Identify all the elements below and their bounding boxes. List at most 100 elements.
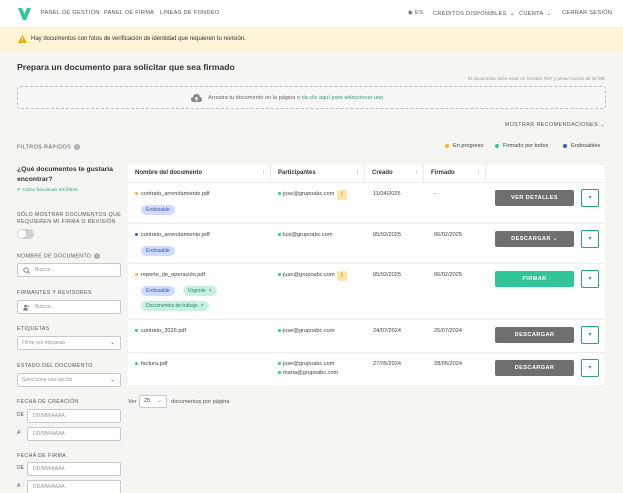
chevron-down-icon[interactable]: ▾: [581, 230, 599, 248]
show-recommendations-toggle[interactable]: MOSTRAR RECOMENDACIONES ⌄: [505, 122, 605, 128]
account-menu[interactable]: CUENTA ⌄: [519, 10, 552, 17]
chevron-down-icon[interactable]: ▾: [581, 270, 599, 288]
how-filters-work-link[interactable]: ✔ Cómo funcionan los filtros: [17, 188, 78, 193]
how-filters-label: Cómo funcionan los filtros: [22, 188, 78, 193]
warning-icon[interactable]: !: [337, 271, 347, 281]
only-mine-toggle[interactable]: [17, 229, 34, 239]
document-name[interactable]: contrato_arrendamiento.pdf: [141, 232, 210, 238]
doc-name-label: NOMBRE DE DOCUMENTO i: [17, 253, 101, 260]
info-icon[interactable]: i: [74, 144, 81, 150]
placeholder-text: DD/MM/AAAA: [33, 484, 65, 490]
document-name[interactable]: contrato_2026.pdf: [141, 328, 186, 334]
logout-link[interactable]: CERRAR SESIÓN: [562, 10, 612, 16]
legend-signed-all[interactable]: Firmado por todos: [495, 143, 548, 149]
action-button[interactable]: DESCARGAR: [495, 360, 574, 376]
tag-pill[interactable]: Endosable: [141, 286, 175, 296]
identity-warning-banner: Hay documentos con fotos de verificación…: [0, 27, 623, 52]
chevron-down-icon[interactable]: ▾: [581, 326, 599, 344]
document-name[interactable]: contrato_arrendamiento.pdf: [141, 191, 210, 197]
placeholder-text: Filtrar por etiquetas: [22, 340, 66, 346]
participant-email: luis@grupoabc.com: [278, 232, 333, 238]
chevron-down-icon: ⌄: [109, 377, 115, 383]
chevron-down-icon: ⌄: [546, 11, 552, 17]
language-selector[interactable]: ◉ ES: [408, 10, 423, 16]
warning-icon[interactable]: !: [337, 190, 347, 200]
page-size-select[interactable]: 25 ⌄: [139, 395, 167, 408]
action-button[interactable]: DESCARGAR: [495, 327, 574, 343]
document-name-cell[interactable]: contrato_arrendamiento.pdf: [135, 191, 210, 197]
signed-to-input[interactable]: DD/MM/AAAA: [27, 480, 121, 493]
from-label: DE: [17, 465, 24, 471]
upload-dropzone[interactable]: Arrastra tu documento en la página o da …: [17, 86, 606, 109]
created-date: 24/07/2024: [373, 328, 401, 334]
created-from-input[interactable]: DD/MM/AAAA: [27, 409, 121, 423]
chevron-down-icon[interactable]: ▾: [581, 189, 599, 207]
remove-tag-icon[interactable]: ×: [209, 288, 212, 294]
tags-select[interactable]: Filtrar por etiquetas ⌄: [17, 336, 121, 350]
participant-label: luis@grupoabc.com: [283, 232, 333, 238]
tag-pill[interactable]: Endosable: [141, 205, 175, 215]
nav-lineas-fondeo[interactable]: LÍNEAS DE FONDEO: [160, 10, 220, 16]
document-name[interactable]: factura.pdf: [141, 361, 167, 367]
from-label: DE: [17, 412, 24, 418]
column-header-signed[interactable]: Firmado ↑: [424, 165, 486, 182]
document-name-cell[interactable]: reporte_de_operación.pdf: [135, 272, 205, 278]
info-icon[interactable]: i: [94, 253, 101, 259]
select-file-link[interactable]: da clic aquí para seleccionar uno: [302, 95, 384, 101]
sort-arrow-icon: ↑: [262, 170, 265, 176]
participant-email: juan@grupoabc.com: [278, 272, 335, 278]
globe-icon: ◉: [408, 10, 414, 16]
signers-search-input[interactable]: Buscar...: [17, 300, 121, 314]
column-header-name[interactable]: Nombre del documento ↑: [128, 165, 271, 182]
nav-panel-firma[interactable]: PANEL DE FIRMA: [104, 10, 154, 16]
created-to-input[interactable]: DD/MM/AAAA: [27, 427, 121, 441]
table-row: contrato_arrendamiento.pdf Endosable luis@…: [128, 223, 605, 263]
tag-pill[interactable]: Documentos de trabajo ×: [141, 301, 209, 311]
column-header-created[interactable]: Creado ↑: [365, 165, 424, 182]
row-divider: [128, 319, 605, 320]
warning-icon: [18, 35, 27, 43]
nav-panel-gestion[interactable]: PANEL DE GESTIÓN: [41, 10, 100, 16]
status-select[interactable]: Selecciona una opción ⌄: [17, 373, 121, 387]
column-header-participants[interactable]: Participantes ↑: [271, 165, 365, 182]
document-name[interactable]: reporte_de_operación.pdf: [141, 272, 205, 278]
action-button[interactable]: DESCARGAR ⌄: [495, 231, 574, 247]
status-dot: [278, 192, 281, 196]
chevron-down-icon: ⌄: [600, 122, 605, 128]
action-button[interactable]: FIRMAR: [495, 271, 574, 287]
created-date-label: FECHA DE CREACIÓN: [17, 399, 79, 405]
chevron-down-icon[interactable]: ▾: [581, 359, 599, 377]
placeholder-text: DD/MM/AAAA: [33, 413, 65, 419]
document-name-cell[interactable]: contrato_arrendamiento.pdf: [135, 232, 210, 238]
legend-label: En progreso: [453, 143, 484, 149]
row-divider: [128, 352, 605, 353]
legend-endorsable[interactable]: Endosables: [563, 143, 600, 149]
status-dot: [135, 273, 138, 277]
participant-label: jose@grupoabc.com: [283, 361, 335, 367]
document-name-cell[interactable]: factura.pdf: [135, 361, 167, 367]
remove-tag-icon[interactable]: ×: [201, 303, 204, 309]
doc-name-search-input[interactable]: Buscar...: [17, 263, 121, 277]
status-dot: [135, 192, 138, 196]
toggle-knob: [18, 230, 26, 238]
document-name-cell[interactable]: contrato_2026.pdf: [135, 328, 186, 334]
tag-label: Urgente: [188, 288, 206, 294]
credits-menu[interactable]: CRÉDITOS DISPONIBLES ⌄: [433, 10, 515, 17]
tag-pill[interactable]: Urgente ×: [183, 286, 217, 296]
legend-in-progress[interactable]: En progreso: [445, 143, 483, 149]
header-label: Nombre del documento: [135, 170, 203, 176]
created-date: 27/05/2024: [373, 361, 401, 367]
logo-icon[interactable]: [18, 8, 31, 20]
participant-label: jose@grupoabc.com: [283, 191, 335, 197]
table-row: contrato_2026.pdf jose@grupoabc.com 24/07/…: [128, 319, 605, 352]
tag-pill[interactable]: Endosable: [141, 246, 175, 256]
signed-date: 06/02/2025: [434, 272, 462, 278]
sort-arrow-icon: ↑: [477, 170, 480, 176]
status-dot: [563, 143, 567, 148]
table-row: reporte_de_operación.pdf Endosable Urgente…: [128, 263, 605, 319]
signed-from-input[interactable]: DD/MM/AAAA: [27, 462, 121, 476]
banner-text: Hay documentos con fotos de verificación…: [31, 36, 246, 42]
signed-date: 28/05/2024: [434, 361, 462, 367]
action-button[interactable]: VER DETALLES: [495, 190, 574, 206]
tag-label: Documentos de trabajo: [146, 303, 198, 309]
